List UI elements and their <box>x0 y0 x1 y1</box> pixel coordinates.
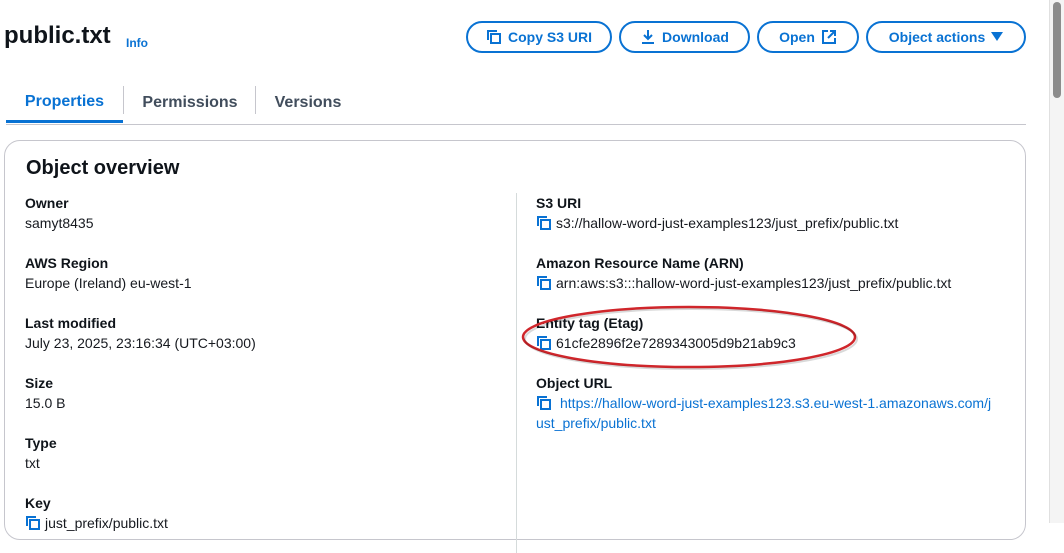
copy-icon[interactable] <box>536 333 552 353</box>
type-field: Type txt <box>25 433 57 473</box>
object-url-link[interactable]: https://hallow-word-just-examples123.s3.… <box>536 393 996 433</box>
copy-icon[interactable] <box>536 213 552 233</box>
region-label: AWS Region <box>25 255 109 271</box>
caret-down-icon <box>991 32 1004 42</box>
external-link-icon <box>821 29 837 45</box>
object-actions-button[interactable]: Object actions <box>866 21 1026 53</box>
tab-properties[interactable]: Properties <box>6 84 123 123</box>
region-value: Europe (Ireland) eu-west-1 <box>25 275 192 291</box>
size-field: Size 15.0 B <box>25 373 65 413</box>
size-value: 15.0 B <box>25 395 66 411</box>
tab-bar: Properties Permissions Versions <box>6 84 1026 125</box>
region-field: AWS Region Europe (Ireland) eu-west-1 <box>25 253 192 293</box>
panel-title: Object overview <box>26 157 180 179</box>
download-button[interactable]: Download <box>619 21 750 53</box>
object-actions-label: Object actions <box>888 29 986 45</box>
owner-field: Owner samyt8435 <box>25 193 93 233</box>
etag-value: 61cfe2896f2e7289343005d9b21ab9c3 <box>556 335 796 351</box>
copy-icon[interactable] <box>25 513 41 533</box>
key-label: Key <box>25 495 51 511</box>
object-url-field: Object URL https://hallow-word-just-exam… <box>536 373 996 433</box>
copy-icon <box>486 29 502 45</box>
s3-uri-field: S3 URI s3://hallow-word-just-examples123… <box>536 193 1006 233</box>
type-label: Type <box>25 435 57 451</box>
key-value: just_prefix/public.txt <box>45 515 168 531</box>
download-label: Download <box>662 29 729 45</box>
size-label: Size <box>25 375 54 391</box>
tab-permissions[interactable]: Permissions <box>132 84 248 122</box>
last-modified-field: Last modified July 23, 2025, 23:16:34 (U… <box>25 313 256 353</box>
tab-versions[interactable]: Versions <box>266 84 350 122</box>
copy-s3-uri-button[interactable]: Copy S3 URI <box>466 21 612 53</box>
last-modified-value: July 23, 2025, 23:16:34 (UTC+03:00) <box>25 335 256 351</box>
type-value: txt <box>25 455 40 471</box>
page-title: public.txt <box>4 22 111 49</box>
copy-s3-uri-label: Copy S3 URI <box>507 29 592 45</box>
arn-value: arn:aws:s3:::hallow-word-just-examples12… <box>556 275 952 291</box>
key-field: Key just_prefix/public.txt <box>25 493 168 533</box>
object-overview-panel: Object overview Owner samyt8435 AWS Regi… <box>4 140 1026 553</box>
arn-field: Amazon Resource Name (ARN) arn:aws:s3:::… <box>536 253 1006 293</box>
owner-value: samyt8435 <box>25 215 94 231</box>
etag-label: Entity tag (Etag) <box>536 315 644 331</box>
owner-label: Owner <box>25 195 69 211</box>
tab-separator <box>255 86 256 114</box>
copy-icon[interactable] <box>536 273 552 293</box>
open-button[interactable]: Open <box>757 21 859 53</box>
object-url-label: Object URL <box>536 375 613 391</box>
open-label: Open <box>779 29 815 45</box>
info-link[interactable]: Info <box>126 36 148 50</box>
s3-uri-value: s3://hallow-word-just-examples123/just_p… <box>556 215 899 231</box>
copy-icon[interactable] <box>536 393 552 413</box>
scrollbar-thumb[interactable] <box>1053 2 1061 98</box>
s3-uri-label: S3 URI <box>536 195 582 211</box>
arn-label: Amazon Resource Name (ARN) <box>536 255 744 271</box>
page-scrollbar[interactable] <box>1049 0 1064 523</box>
tab-separator <box>123 86 124 114</box>
etag-field: Entity tag (Etag) 61cfe2896f2e7289343005… <box>536 313 1006 353</box>
last-modified-label: Last modified <box>25 315 117 331</box>
column-divider <box>516 193 517 553</box>
download-icon <box>640 29 656 45</box>
